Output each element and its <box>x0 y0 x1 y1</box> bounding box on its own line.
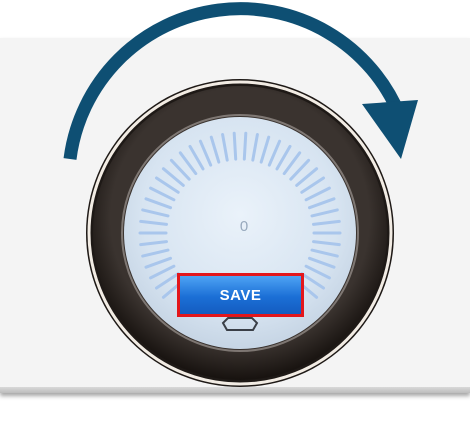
gauge-value: 0 <box>239 218 249 235</box>
save-button-label: SAVE <box>219 286 262 304</box>
save-button[interactable]: SAVE <box>177 273 304 317</box>
gauge-tick <box>232 131 238 161</box>
device-view: 0 SAVE <box>0 0 470 423</box>
dial-device <box>63 2 418 387</box>
gauge-tick <box>242 131 248 161</box>
